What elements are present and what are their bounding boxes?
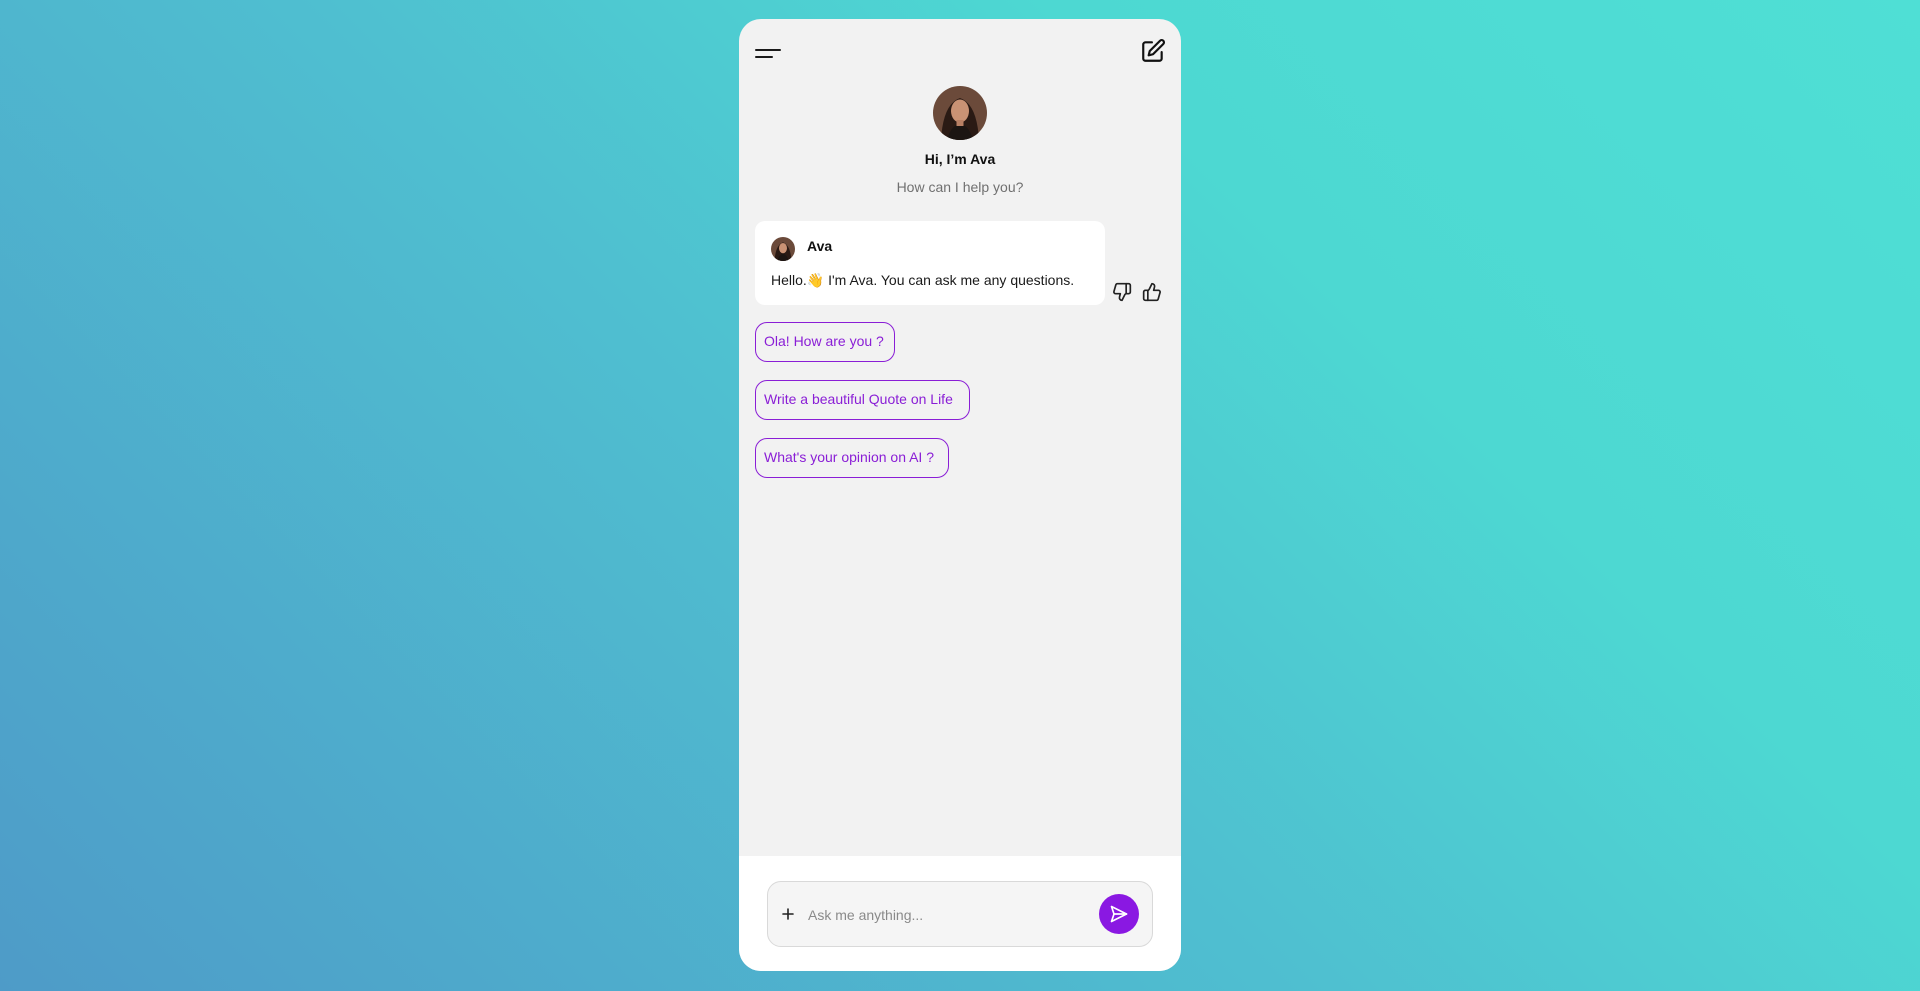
top-bar [739, 19, 1181, 83]
waving-hand-emoji: 👋 [806, 272, 825, 288]
new-chat-button[interactable] [1140, 38, 1166, 64]
edit-square-icon [1142, 39, 1165, 62]
suggestion-chip[interactable]: What's your opinion on AI ? [755, 438, 949, 478]
message-text: Hello.👋 I'm Ava. You can ask me any ques… [771, 272, 1074, 289]
assistant-subtitle: How can I help you? [896, 179, 1024, 195]
assistant-intro: Hi, I’m Ava How can I help you? [739, 86, 1181, 195]
sender-name: Ava [807, 238, 833, 254]
message-input[interactable] [806, 902, 1080, 928]
thumbs-down-icon [1113, 282, 1132, 302]
message-composer [767, 881, 1153, 947]
menu-line [755, 49, 781, 51]
send-button[interactable] [1099, 894, 1139, 934]
thumbs-down-button[interactable] [1112, 282, 1132, 302]
hamburger-menu-icon[interactable] [755, 47, 783, 61]
assistant-greeting: Hi, I’m Ava [924, 151, 996, 167]
plus-icon [782, 908, 794, 920]
suggestion-chip[interactable]: Write a beautiful Quote on Life [755, 380, 970, 420]
thumbs-up-button[interactable] [1142, 282, 1162, 302]
send-icon [1110, 905, 1128, 923]
sender-avatar [771, 237, 795, 261]
message-text-start: Hello. [771, 272, 807, 288]
menu-line [755, 56, 773, 58]
suggestion-chip[interactable]: Ola! How are you ? [755, 322, 895, 362]
message-text-end: I'm Ava. You can ask me any questions. [824, 272, 1075, 288]
assistant-message: Ava Hello.👋 I'm Ava. You can ask me any … [755, 221, 1105, 305]
chat-panel: Hi, I’m Ava How can I help you? Ava Hell… [739, 19, 1181, 971]
composer-area [739, 856, 1181, 971]
attach-button[interactable] [780, 906, 796, 922]
assistant-avatar [933, 86, 987, 140]
thumbs-up-icon [1142, 282, 1161, 302]
